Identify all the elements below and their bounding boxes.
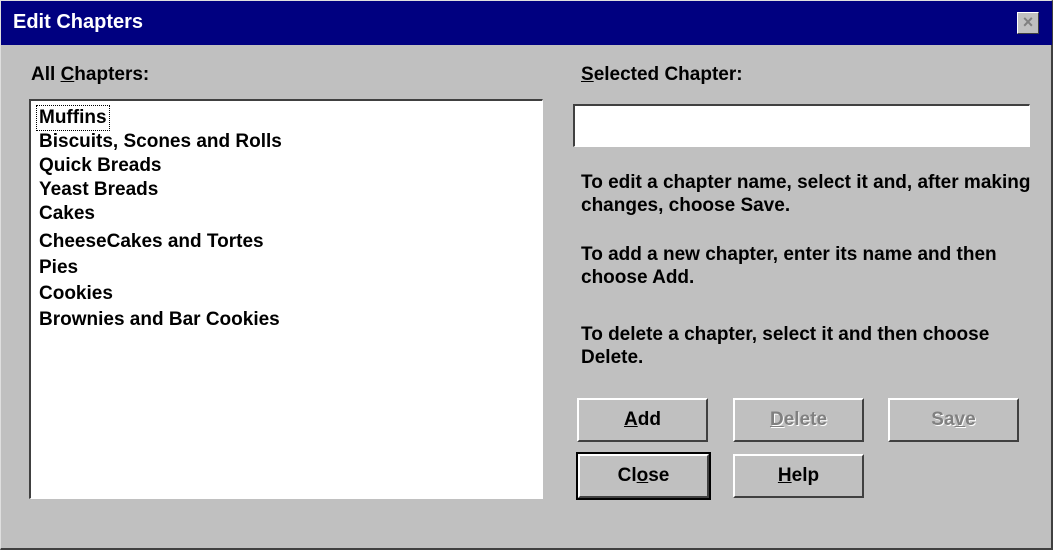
- selected-chapter-label: Selected Chapter:: [581, 64, 743, 85]
- add-button[interactable]: Add: [577, 398, 708, 442]
- save-button[interactable]: Save: [888, 398, 1019, 442]
- list-item[interactable]: Quick Breads: [37, 154, 164, 178]
- delete-instructions: To delete a chapter, select it and then …: [581, 324, 990, 368]
- title-bar[interactable]: Edit Chapters ×: [1, 1, 1052, 45]
- delete-button[interactable]: Delete: [733, 398, 864, 442]
- list-item[interactable]: Biscuits, Scones and Rolls: [37, 130, 284, 154]
- close-icon: ×: [1022, 12, 1034, 32]
- add-instructions: To add a new chapter, enter its name and…: [581, 244, 997, 288]
- close-window-button[interactable]: ×: [1017, 12, 1039, 34]
- all-chapters-listbox[interactable]: Muffins Biscuits, Scones and Rolls Quick…: [29, 99, 543, 499]
- selected-chapter-input[interactable]: [573, 104, 1030, 147]
- list-item[interactable]: Cookies: [37, 282, 115, 306]
- list-item[interactable]: Cakes: [37, 202, 97, 226]
- edit-chapters-dialog: Edit Chapters × All Chapters: Muffins Bi…: [0, 0, 1053, 550]
- list-item[interactable]: Yeast Breads: [37, 178, 160, 202]
- help-button[interactable]: Help: [733, 454, 864, 498]
- list-item[interactable]: Muffins: [36, 105, 110, 131]
- list-item[interactable]: Brownies and Bar Cookies: [37, 308, 282, 332]
- window-title: Edit Chapters: [13, 11, 144, 33]
- list-item[interactable]: CheeseCakes and Tortes: [37, 230, 266, 254]
- close-button[interactable]: Close: [576, 452, 711, 500]
- list-item[interactable]: Pies: [37, 256, 80, 280]
- all-chapters-label: All Chapters:: [31, 64, 150, 85]
- edit-instructions: To edit a chapter name, select it and, a…: [581, 172, 1031, 216]
